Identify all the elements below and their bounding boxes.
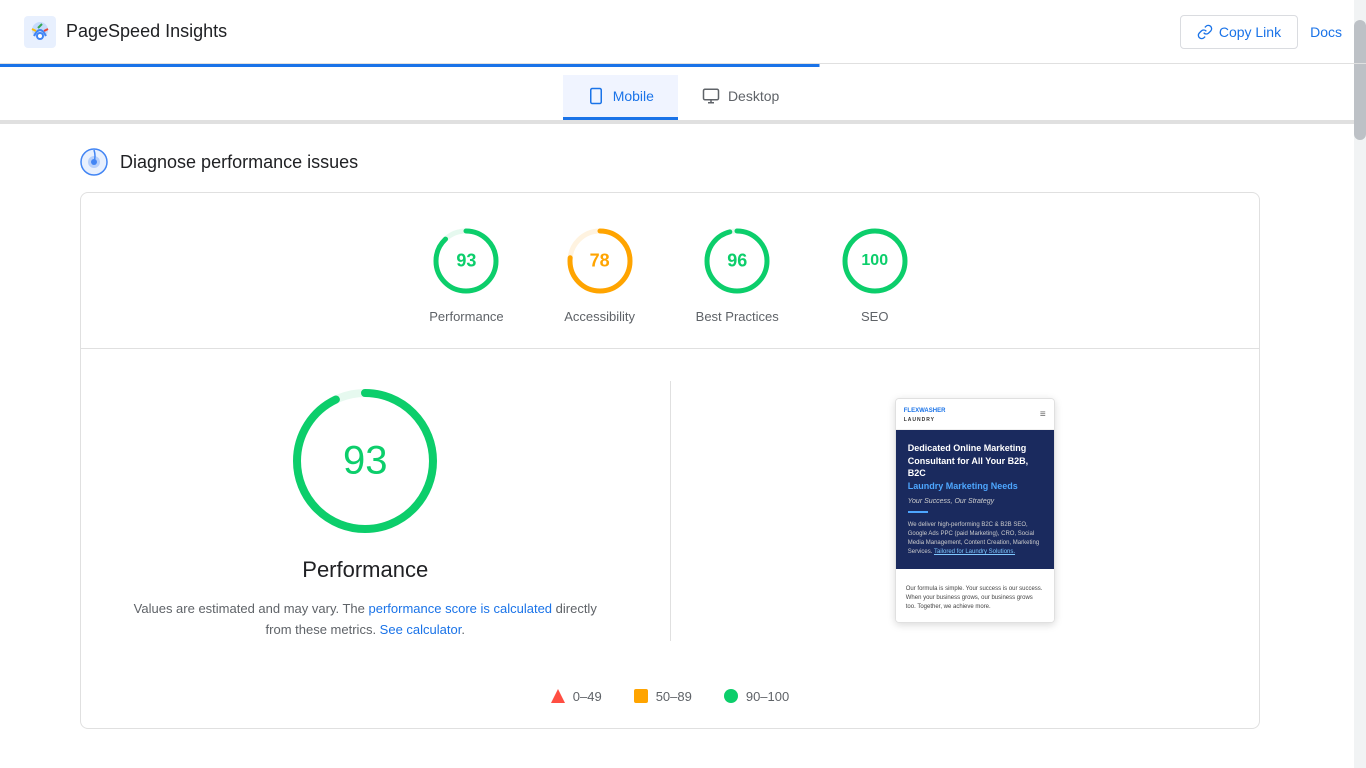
screenshot-formula-text: Our formula is simple. Your success is o…: [906, 585, 1044, 612]
main-content: Diagnose performance issues 93 Performan…: [0, 124, 1340, 729]
metric-performance[interactable]: 93 Performance: [429, 225, 503, 324]
screenshot-menu-icon: ≡: [1040, 409, 1046, 420]
copy-link-label: Copy Link: [1219, 24, 1281, 40]
link-icon: [1197, 24, 1213, 40]
see-calculator-link[interactable]: See calculator: [380, 622, 462, 637]
metric-accessibility[interactable]: 78 Accessibility: [564, 225, 636, 324]
seo-score: 100: [861, 252, 888, 270]
desktop-icon: [702, 87, 720, 105]
tab-mobile[interactable]: Mobile: [563, 75, 678, 120]
screenshot-divider: [908, 511, 928, 513]
score-metrics: 93 Performance 78 Accessibility: [81, 193, 1259, 349]
header: PageSpeed Insights Copy Link Docs: [0, 0, 1366, 64]
mobile-screenshot: FLEXWASHER LAUNDRY ≡ Dedicated Online Ma…: [895, 398, 1055, 623]
perf-detail: 93 Performance Values are estimated and …: [81, 349, 1259, 673]
screenshot-body-text1: We deliver high-performing B2C & B2B SEO…: [908, 521, 1042, 557]
tab-desktop-label: Desktop: [728, 88, 779, 104]
large-performance-circle: 93: [285, 381, 445, 541]
docs-link[interactable]: Docs: [1310, 24, 1342, 40]
screenshot-logo-text: FLEXWASHER LAUNDRY: [904, 405, 946, 423]
best-practices-score: 96: [727, 251, 747, 272]
perf-desc-end: .: [461, 622, 465, 637]
perf-score-link[interactable]: performance score is calculated: [369, 601, 553, 616]
perf-desc-text: Values are estimated and may vary. The: [134, 601, 369, 616]
best-practices-circle: 96: [701, 225, 773, 297]
section-header: Diagnose performance issues: [80, 124, 1260, 192]
perf-left: 93 Performance Values are estimated and …: [121, 381, 610, 641]
legend-poor-range: 0–49: [573, 689, 602, 704]
perf-right: FLEXWASHER LAUNDRY ≡ Dedicated Online Ma…: [731, 381, 1220, 641]
header-right: Copy Link Docs: [1180, 15, 1342, 49]
score-card: 93 Performance 78 Accessibility: [80, 192, 1260, 729]
screenshot-link1[interactable]: Tailored for Laundry Solutions.: [934, 549, 1015, 555]
perf-title: Performance: [302, 557, 428, 583]
seo-circle: 100: [839, 225, 911, 297]
app-title: PageSpeed Insights: [66, 21, 227, 42]
accessibility-label: Accessibility: [564, 309, 635, 324]
accessibility-circle: 78: [564, 225, 636, 297]
accessibility-score: 78: [590, 251, 610, 272]
diagnose-icon: [80, 148, 108, 176]
large-performance-score: 93: [343, 439, 388, 484]
legend-average: 50–89: [634, 689, 692, 704]
seo-label: SEO: [861, 309, 888, 324]
vertical-divider: [670, 381, 671, 641]
scrollbar[interactable]: [1354, 0, 1366, 768]
performance-score: 93: [456, 251, 476, 272]
legend-average-range: 50–89: [656, 689, 692, 704]
section-title: Diagnose performance issues: [120, 152, 358, 173]
best-practices-label: Best Practices: [696, 309, 779, 324]
legend-good-icon: [724, 689, 738, 703]
legend-good-range: 90–100: [746, 689, 789, 704]
loading-bar: [0, 64, 1366, 67]
legend-poor-icon: [551, 689, 565, 703]
screenshot-heading: Dedicated Online Marketing Consultant fo…: [908, 442, 1042, 492]
screenshot-tagline: Your Success, Our Strategy: [908, 498, 1042, 505]
header-left: PageSpeed Insights: [24, 16, 227, 48]
screenshot-body-dark: Dedicated Online Marketing Consultant fo…: [896, 430, 1054, 569]
copy-link-button[interactable]: Copy Link: [1180, 15, 1298, 49]
mobile-icon: [587, 87, 605, 105]
legend-poor: 0–49: [551, 689, 602, 704]
legend-good: 90–100: [724, 689, 789, 704]
app-logo-icon: [24, 16, 56, 48]
screenshot-body-light: Our formula is simple. Your success is o…: [896, 569, 1054, 622]
tab-mobile-label: Mobile: [613, 88, 654, 104]
screenshot-highlight: Laundry Marketing Needs: [908, 481, 1018, 491]
screenshot-header: FLEXWASHER LAUNDRY ≡: [896, 399, 1054, 430]
perf-description: Values are estimated and may vary. The p…: [121, 599, 610, 641]
legend-average-icon: [634, 689, 648, 703]
tab-desktop[interactable]: Desktop: [678, 75, 803, 120]
performance-circle: 93: [430, 225, 502, 297]
metric-best-practices[interactable]: 96 Best Practices: [696, 225, 779, 324]
performance-label: Performance: [429, 309, 503, 324]
metric-seo[interactable]: 100 SEO: [839, 225, 911, 324]
legend: 0–49 50–89 90–100: [81, 673, 1259, 728]
tabs-container: Mobile Desktop: [0, 75, 1366, 120]
